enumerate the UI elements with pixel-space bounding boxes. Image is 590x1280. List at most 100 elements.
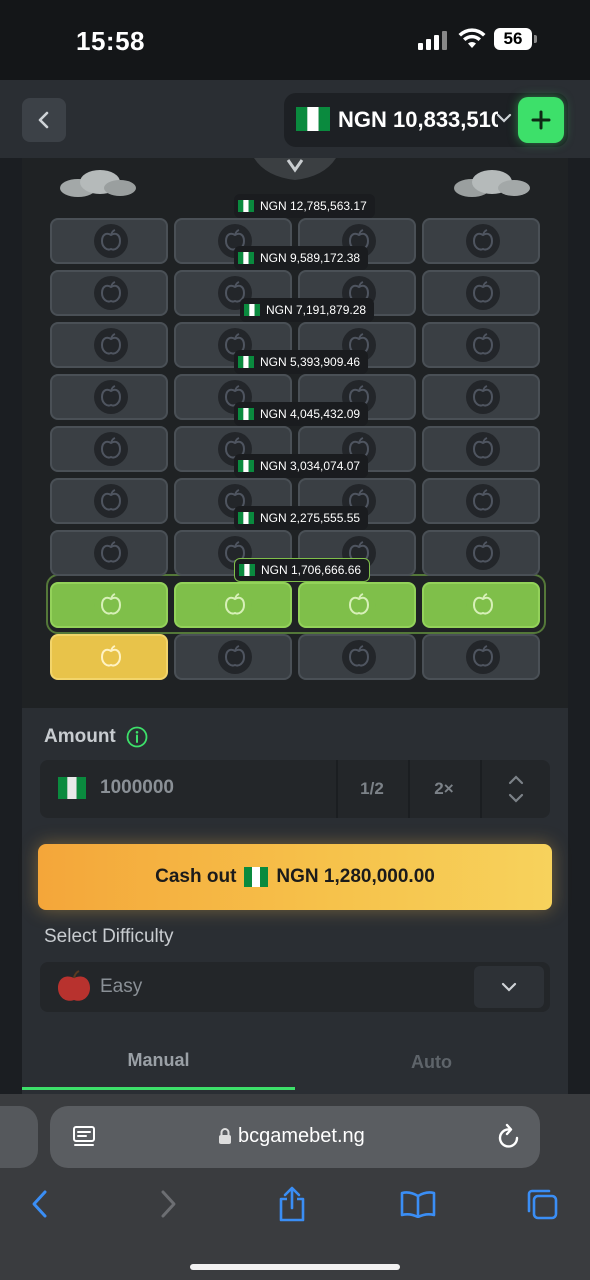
battery-icon: 56	[494, 28, 538, 50]
hidden-tile[interactable]	[422, 478, 540, 524]
multiplier-value: NGN 1,706,666.66	[261, 563, 362, 577]
status-bar: 15:58 56	[0, 0, 590, 80]
nigeria-flag-icon	[238, 460, 254, 472]
balance-selector[interactable]: NGN 10,833,510	[284, 93, 568, 147]
row-multiplier-label: NGN 7,191,879.28	[240, 298, 375, 322]
share-button[interactable]	[272, 1186, 312, 1222]
multiplier-value: NGN 4,045,432.09	[260, 407, 361, 421]
row-multiplier-label: NGN 1,706,666.66	[234, 558, 371, 582]
nigeria-flag-icon	[238, 252, 254, 264]
apple-icon	[92, 275, 130, 311]
amount-field[interactable]: 1000000 1/2 2×	[40, 760, 550, 818]
hidden-tile[interactable]	[298, 634, 416, 680]
app-header: NGN 10,833,510	[0, 80, 590, 158]
apple-icon	[464, 431, 502, 467]
revealed-tile[interactable]	[50, 582, 168, 628]
cashout-button[interactable]: Cash out NGN 1,280,000.00	[38, 844, 552, 910]
nigeria-flag-icon	[238, 356, 254, 368]
nigeria-flag-icon	[238, 512, 254, 524]
row-multiplier-label: NGN 4,045,432.09	[234, 402, 369, 426]
hidden-tile[interactable]	[50, 426, 168, 472]
half-amount-button[interactable]: 1/2	[336, 760, 406, 818]
revealed-tile[interactable]	[422, 582, 540, 628]
apple-icon	[92, 639, 130, 675]
wifi-icon	[458, 28, 486, 48]
tab-manual[interactable]: Manual	[22, 1034, 295, 1090]
multiplier-value: NGN 3,034,074.07	[260, 459, 361, 473]
chevron-left-icon	[32, 1190, 47, 1218]
difficulty-select[interactable]: Easy	[40, 962, 550, 1012]
hidden-tile[interactable]	[50, 530, 168, 576]
hidden-tile[interactable]	[422, 374, 540, 420]
hidden-tile[interactable]	[422, 426, 540, 472]
nigeria-flag-icon	[58, 777, 86, 799]
difficulty-label: Select Difficulty	[44, 926, 174, 947]
row-multiplier-label: NGN 12,785,563.17	[234, 194, 375, 218]
apple-icon	[58, 970, 90, 1001]
double-amount-button[interactable]: 2×	[408, 760, 478, 818]
apple-icon	[464, 483, 502, 519]
hidden-tile[interactable]	[422, 530, 540, 576]
cellular-signal-icon	[418, 30, 448, 50]
browser-back-button[interactable]	[20, 1186, 60, 1222]
previous-tab-preview[interactable]	[0, 1106, 38, 1168]
battery-level: 56	[494, 28, 532, 50]
hidden-tile[interactable]	[50, 218, 168, 264]
picked-tile[interactable]	[50, 634, 168, 680]
url-text: bcgamebet.ng	[238, 1125, 365, 1147]
revealed-tile[interactable]	[298, 582, 416, 628]
apple-icon	[464, 275, 502, 311]
tree-crown-decoration	[254, 158, 336, 180]
nigeria-flag-icon	[244, 304, 260, 316]
hidden-tile[interactable]	[174, 634, 292, 680]
hidden-tile[interactable]	[422, 634, 540, 680]
bookmarks-button[interactable]	[398, 1186, 438, 1222]
apple-icon	[464, 639, 502, 675]
apple-icon	[92, 535, 130, 571]
nigeria-flag-icon	[244, 867, 269, 887]
multiplier-value: NGN 7,191,879.28	[266, 303, 367, 317]
address-bar[interactable]: bcgamebet.ng	[50, 1106, 540, 1168]
apple-icon	[92, 431, 130, 467]
hidden-tile[interactable]	[50, 374, 168, 420]
tab-auto[interactable]: Auto	[295, 1034, 568, 1090]
share-icon	[279, 1186, 305, 1222]
nigeria-flag-icon	[238, 200, 254, 212]
apple-icon	[340, 587, 378, 623]
reload-icon[interactable]	[496, 1123, 522, 1151]
tabs-icon	[527, 1189, 558, 1220]
lock-icon	[219, 1128, 231, 1144]
multiplier-value: NGN 2,275,555.55	[260, 511, 361, 525]
difficulty-dropdown-button[interactable]	[474, 966, 544, 1008]
cashout-amount: NGN 1,280,000.00	[276, 866, 435, 887]
multiplier-value: NGN 9,589,172.38	[260, 251, 361, 265]
balance-amount: NGN 10,833,510	[338, 107, 498, 132]
clock: 15:58	[76, 26, 145, 56]
chevron-right-icon	[161, 1190, 176, 1218]
tabs-button[interactable]	[522, 1186, 562, 1222]
hidden-tile[interactable]	[50, 322, 168, 368]
info-icon[interactable]	[126, 726, 148, 748]
apple-icon	[464, 535, 502, 571]
reader-mode-icon[interactable]	[72, 1125, 96, 1149]
game-board: NGN 12,785,563.17 NGN 9,589,172.38 NGN 7,1…	[22, 158, 568, 708]
back-button[interactable]	[22, 98, 66, 142]
browser-forward-button[interactable]	[148, 1186, 188, 1222]
hidden-tile[interactable]	[422, 270, 540, 316]
amount-value: 1000000	[100, 777, 174, 798]
apple-icon	[464, 223, 502, 259]
revealed-tile[interactable]	[174, 582, 292, 628]
hidden-tile[interactable]	[50, 478, 168, 524]
apple-icon	[92, 223, 130, 259]
row-multiplier-label: NGN 3,034,074.07	[234, 454, 369, 478]
chevron-up-down-icon	[508, 775, 524, 803]
hidden-tile[interactable]	[422, 322, 540, 368]
amount-stepper[interactable]	[480, 760, 550, 818]
apple-icon	[92, 587, 130, 623]
hidden-tile[interactable]	[422, 218, 540, 264]
row-multiplier-label: NGN 5,393,909.46	[234, 350, 369, 374]
book-icon	[400, 1191, 436, 1218]
cloud-decoration	[454, 170, 530, 197]
deposit-button[interactable]	[518, 97, 564, 143]
hidden-tile[interactable]	[50, 270, 168, 316]
